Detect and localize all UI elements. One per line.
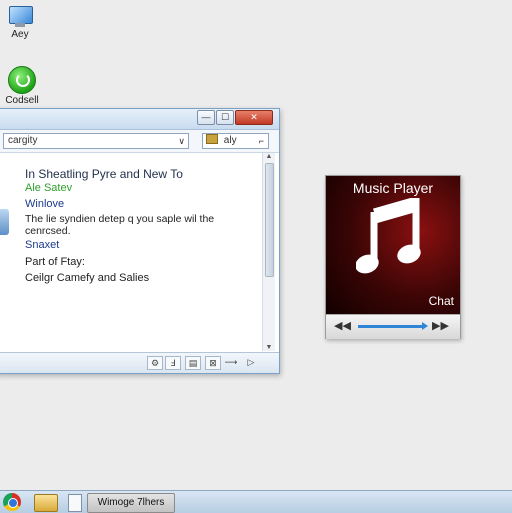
computer-icon: [7, 6, 33, 28]
view-selector[interactable]: aly ⌐: [202, 133, 269, 149]
control-icon: [8, 66, 36, 94]
scroll-up-icon[interactable]: ▲: [263, 153, 275, 160]
music-note-icon: [356, 198, 421, 274]
search-input[interactable]: cargity ∨: [3, 133, 189, 149]
folder-icon[interactable]: [34, 494, 58, 512]
content-link-snaxet[interactable]: Snaxet: [25, 239, 59, 251]
content-body: The lie syndien detep q you saple wil th…: [25, 213, 215, 237]
maximize-button[interactable]: ☐: [216, 110, 234, 125]
close-button[interactable]: ✕: [235, 110, 273, 125]
search-value: cargity: [8, 135, 38, 146]
list-view-icon[interactable]: ▤: [185, 356, 201, 370]
grid-view-icon[interactable]: ⊠: [205, 356, 221, 370]
music-player-widget[interactable]: Music Player Chat ◀◀ ▶▶: [325, 175, 461, 339]
window-titlebar[interactable]: — ☐ ✕: [0, 109, 279, 130]
content-heading: In Sheatling Pyre and New To: [25, 167, 183, 181]
album-art: Music Player Chat: [326, 176, 460, 314]
previous-icon[interactable]: ◀◀: [334, 319, 351, 332]
side-info-icon: [0, 209, 9, 235]
folder-icon: [206, 134, 218, 144]
settings-icon[interactable]: ⚙: [147, 356, 163, 370]
progress-bar[interactable]: [358, 322, 428, 330]
browser-icon[interactable]: [3, 493, 21, 511]
vertical-scrollbar[interactable]: ▲ ▼: [262, 153, 275, 351]
status-bar: ⚙ Ⅎ ▤ ⊠ ⟶ ▷: [0, 352, 279, 373]
play-icon[interactable]: ▷: [245, 356, 257, 368]
content-ceiling-text: Ceilgr Camefy and Salies: [25, 272, 150, 284]
desktop-icon-computer[interactable]: Aey: [0, 6, 48, 41]
taskbar: Wimoge 7lhers: [0, 490, 512, 513]
content-link-winlove[interactable]: Winlove: [25, 198, 64, 210]
content-pane: In Sheatling Pyre and New To Ale Satev W…: [0, 153, 263, 351]
player-controls: ◀◀ ▶▶: [326, 314, 460, 339]
document-icon[interactable]: [68, 494, 82, 512]
desktop-icon-label: Aey: [11, 29, 29, 40]
taskbar-active-window[interactable]: Wimoge 7lhers: [87, 493, 175, 513]
filter-icon[interactable]: Ⅎ: [165, 356, 181, 370]
player-title: Music Player: [352, 180, 434, 196]
chevron-down-icon[interactable]: ∨: [178, 134, 185, 148]
address-bar: cargity ∨ aly ⌐: [0, 130, 279, 153]
content-subheading: Ale Satev: [25, 182, 73, 194]
explorer-window: — ☐ ✕ cargity ∨ aly ⌐ In Sheatling Pyre …: [0, 108, 280, 374]
minimize-button[interactable]: —: [197, 110, 215, 125]
player-caption: Chat: [428, 294, 454, 308]
desktop-icon-label: Codsell: [5, 95, 39, 106]
scroll-thumb[interactable]: [265, 163, 274, 277]
content-part-label: Part of Ftay:: [25, 256, 85, 268]
expand-icon[interactable]: ⌐: [259, 134, 264, 148]
scroll-down-icon[interactable]: ▼: [263, 344, 275, 351]
desktop-icon-control[interactable]: Codsell: [0, 66, 50, 107]
view-value: aly: [223, 135, 237, 146]
arrow-right-icon[interactable]: ⟶: [223, 356, 239, 368]
next-icon[interactable]: ▶▶: [432, 319, 449, 332]
